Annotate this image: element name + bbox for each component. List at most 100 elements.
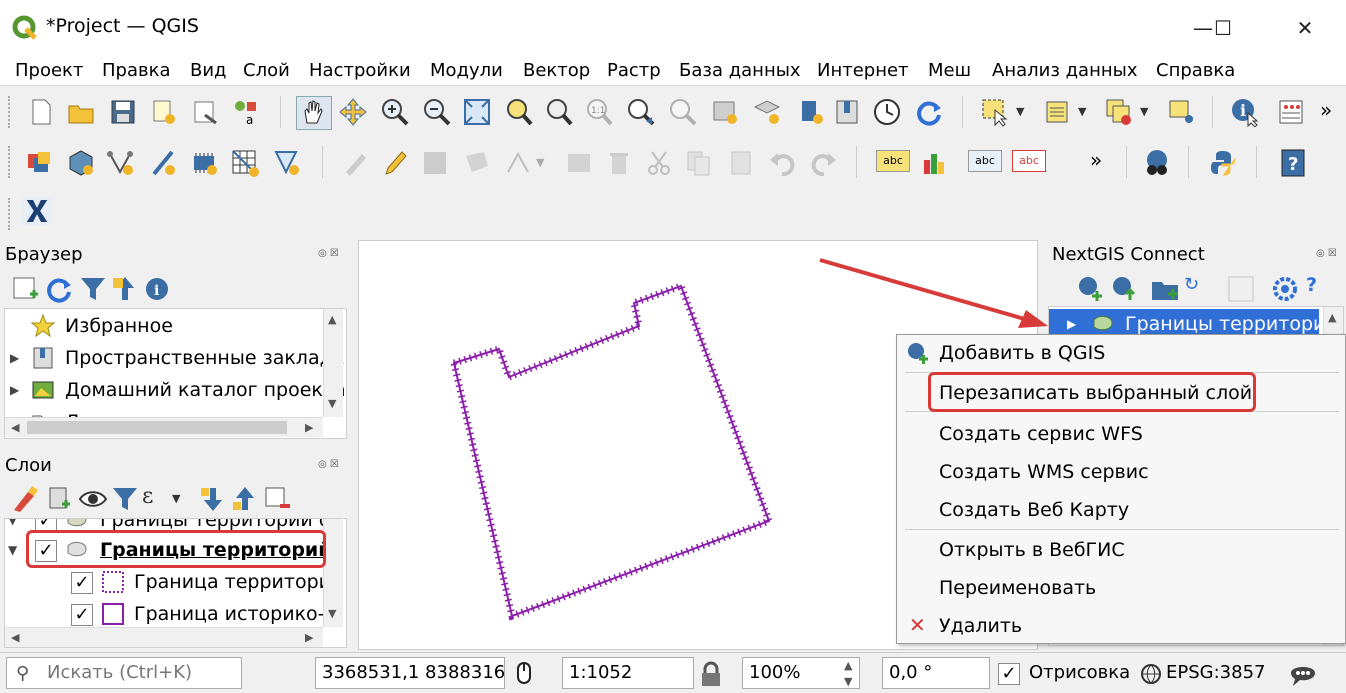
modify-attributes-icon[interactable] [564, 148, 594, 178]
save-edits-icon[interactable] [420, 148, 450, 178]
style-manager-icon[interactable]: a [230, 97, 260, 127]
menu-item-rename[interactable]: Переименовать [939, 577, 1096, 599]
paste-features-icon[interactable] [726, 148, 756, 178]
scroll-down-icon[interactable]: ▼ [328, 607, 336, 620]
menu-mesh[interactable]: Меш [928, 60, 971, 81]
menu-item-open-webgis[interactable]: Открыть в ВебГИС [939, 539, 1125, 561]
new-mesh-layer-icon[interactable] [272, 148, 302, 178]
menu-item-add-to-qgis[interactable]: Добавить в QGIS [939, 342, 1105, 364]
coordinate-field[interactable]: 3368531,1 8388316,4 [315, 657, 505, 689]
lock-scale-icon[interactable] [700, 661, 722, 687]
mouse-coordinate-icon[interactable] [512, 661, 538, 687]
locator-search-input[interactable]: Искать (Ctrl+K) [6, 657, 242, 689]
filter-browser-icon[interactable] [78, 274, 105, 300]
spin-down-icon[interactable]: ▼ [844, 675, 852, 688]
filter-legend-icon[interactable] [110, 484, 137, 510]
scroll-right-icon[interactable]: ▶ [305, 421, 313, 434]
delete-selected-icon[interactable] [604, 148, 634, 178]
toolbar-grip[interactable] [8, 96, 11, 128]
add-feature-icon[interactable] [462, 148, 492, 178]
new-geopackage-layer-icon[interactable] [66, 148, 96, 178]
attribute-table-icon[interactable] [1276, 97, 1306, 127]
chevron-down-icon[interactable]: ▼ [1016, 97, 1032, 127]
deselect-features-icon[interactable] [1104, 97, 1134, 127]
menu-view[interactable]: Вид [190, 60, 227, 81]
remove-layer-icon[interactable] [262, 484, 290, 510]
open-project-icon[interactable] [66, 97, 96, 127]
toolbar-grip[interactable] [8, 198, 11, 230]
browser-item-favorites[interactable]: Избранное [5, 311, 323, 343]
identify-features-icon[interactable]: i [1230, 97, 1260, 128]
scroll-up-icon[interactable]: ▲ [328, 313, 336, 326]
layer-visibility-checkbox[interactable]: ✓ [71, 572, 93, 594]
scroll-up-icon[interactable]: ▲ [1328, 311, 1336, 324]
layer-labeling-icon[interactable]: abc [876, 150, 910, 172]
menu-settings[interactable]: Настройки [309, 60, 411, 81]
spin-up-icon[interactable]: ▲ [844, 659, 852, 672]
vertex-tool-icon[interactable] [504, 148, 534, 178]
expand-all-icon[interactable] [198, 484, 224, 511]
ngc-settings-gear-icon[interactable] [1270, 274, 1297, 301]
select-by-value-icon[interactable] [1042, 97, 1072, 127]
menu-plugins[interactable]: Модули [430, 60, 503, 81]
menu-edit[interactable]: Правка [102, 60, 171, 81]
current-edits-icon[interactable] [340, 148, 370, 178]
collapse-all-icon[interactable] [110, 274, 136, 300]
nextgis-connect-icon[interactable] [22, 196, 60, 232]
toolbar-overflow-2[interactable]: » [1090, 148, 1120, 178]
expand-arrow-icon[interactable]: ▼ [8, 543, 17, 557]
menu-vector[interactable]: Вектор [523, 60, 590, 81]
zoom-to-selection-icon[interactable] [504, 97, 534, 127]
new-virtual-layer-icon[interactable] [190, 148, 220, 178]
layers-vertical-scrollbar[interactable]: ▼ [323, 519, 343, 627]
new-spatial-bookmark-icon[interactable] [710, 97, 740, 127]
expand-arrow-icon[interactable]: ▶ [10, 351, 19, 365]
ngc-open-webgis-icon[interactable] [1226, 274, 1254, 302]
zoom-to-layer-icon[interactable] [544, 97, 574, 127]
ngc-upload-icon[interactable] [1108, 274, 1136, 300]
bookmark-manager-icon[interactable] [832, 97, 862, 127]
ngc-refresh-icon[interactable]: ↻ [1184, 274, 1210, 300]
chevron-down-icon[interactable]: ▼ [1078, 97, 1094, 127]
refresh-browser-icon[interactable] [44, 274, 71, 303]
ngc-new-folder-icon[interactable] [1150, 274, 1178, 300]
magnifier-field[interactable]: 100% [742, 657, 860, 689]
chevron-down-icon[interactable]: ▼ [536, 148, 552, 178]
maximize-button[interactable]: ☐ [1200, 12, 1246, 44]
toolbar-grip[interactable] [8, 146, 11, 178]
scroll-left-icon[interactable]: ◀ [11, 421, 19, 434]
menu-processing[interactable]: Анализ данных [992, 60, 1138, 81]
select-features-icon[interactable] [980, 97, 1010, 127]
menu-item-create-webmap[interactable]: Создать Веб Карту [939, 499, 1129, 521]
zoom-full-icon[interactable] [462, 97, 492, 127]
layers-panel-float-close-icon[interactable]: ◎ ☒ [318, 459, 339, 470]
zoom-out-icon[interactable] [422, 97, 452, 127]
scroll-down-icon[interactable]: ▼ [328, 397, 336, 410]
menu-raster[interactable]: Растр [607, 60, 661, 81]
menu-web[interactable]: Интернет [817, 60, 909, 81]
scale-field[interactable]: 1:1052 [562, 657, 694, 689]
pan-map-icon[interactable] [296, 96, 332, 130]
refresh-icon[interactable] [914, 97, 944, 127]
scroll-left-icon[interactable]: ◀ [11, 631, 19, 644]
help-icon[interactable]: ? [1278, 148, 1308, 178]
ngc-help-icon[interactable]: ? [1306, 274, 1326, 300]
messages-icon[interactable] [1288, 659, 1318, 689]
undo-icon[interactable] [768, 148, 798, 178]
ngc-panel-float-close-icon[interactable]: ◎ ☒ [1316, 248, 1337, 259]
toggle-editing-icon[interactable] [380, 148, 410, 178]
globe-icon[interactable] [1140, 663, 1162, 685]
scroll-thumb[interactable] [27, 421, 287, 434]
zoom-next-icon[interactable] [668, 97, 698, 127]
metasearch-icon[interactable] [1142, 148, 1172, 178]
menu-layer[interactable]: Слой [243, 60, 290, 81]
zoom-last-icon[interactable] [626, 97, 656, 127]
expand-arrow-icon[interactable]: ▼ [8, 519, 17, 527]
show-spatial-bookmarks-icon[interactable] [752, 97, 782, 127]
rotation-field[interactable]: 0,0 ° [882, 657, 990, 689]
zoom-native-icon[interactable]: 1:1 [584, 97, 614, 127]
select-location-icon[interactable] [1166, 97, 1196, 127]
collapse-all-layers-icon[interactable] [230, 484, 256, 510]
new-print-layout-icon[interactable] [148, 97, 178, 127]
copy-features-icon[interactable] [684, 148, 714, 178]
